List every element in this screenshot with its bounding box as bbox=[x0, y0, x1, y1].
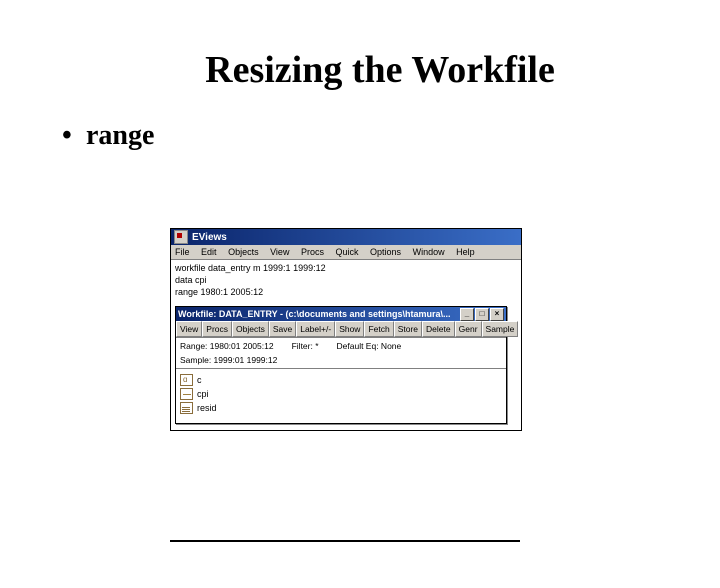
object-name: c bbox=[197, 373, 202, 387]
list-item[interactable]: resid bbox=[180, 401, 502, 415]
filter-label: Filter: * bbox=[292, 340, 319, 352]
workfile-window: Workfile: DATA_ENTRY - (c:\documents and… bbox=[175, 306, 507, 424]
range-label: Range: 1980:01 2005:12 bbox=[180, 340, 274, 352]
bullet-item: •range bbox=[62, 120, 720, 152]
menu-procs[interactable]: Procs bbox=[301, 247, 324, 257]
bullet-text: range bbox=[86, 120, 154, 151]
menu-edit[interactable]: Edit bbox=[201, 247, 217, 257]
genr-button[interactable]: Genr bbox=[455, 321, 482, 337]
sample-button[interactable]: Sample bbox=[482, 321, 519, 337]
eviews-screenshot: EViews File Edit Objects View Procs Quic… bbox=[170, 228, 520, 431]
delete-button[interactable]: Delete bbox=[422, 321, 455, 337]
series-icon bbox=[180, 402, 193, 414]
app-title: EViews bbox=[192, 232, 227, 243]
bullet-dot: • bbox=[62, 120, 86, 152]
object-name: cpi bbox=[197, 387, 209, 401]
fetch-button[interactable]: Fetch bbox=[364, 321, 393, 337]
default-eq-label: Default Eq: None bbox=[337, 340, 402, 352]
app-menubar[interactable]: File Edit Objects View Procs Quick Optio… bbox=[171, 245, 521, 259]
slide-title: Resizing the Workfile bbox=[100, 48, 660, 92]
workfile-status: Range: 1980:01 2005:12 Filter: * Default… bbox=[176, 338, 506, 354]
store-button[interactable]: Store bbox=[394, 321, 422, 337]
menu-window[interactable]: Window bbox=[413, 247, 445, 257]
view-button[interactable]: View bbox=[176, 321, 202, 337]
app-icon bbox=[174, 230, 188, 244]
list-item[interactable]: cpi bbox=[180, 387, 502, 401]
minimize-button[interactable]: _ bbox=[460, 308, 474, 321]
menu-quick[interactable]: Quick bbox=[336, 247, 359, 257]
sample-label: Sample: 1999:01 1999:12 bbox=[176, 354, 506, 369]
menu-file[interactable]: File bbox=[175, 247, 190, 257]
label-button[interactable]: Label+/- bbox=[296, 321, 335, 337]
menu-options[interactable]: Options bbox=[370, 247, 401, 257]
show-button[interactable]: Show bbox=[335, 321, 364, 337]
coef-icon bbox=[180, 374, 193, 386]
workfile-titlebar: Workfile: DATA_ENTRY - (c:\documents and… bbox=[176, 307, 506, 321]
app-titlebar: EViews bbox=[171, 229, 521, 245]
maximize-button[interactable]: □ bbox=[475, 308, 489, 321]
series-icon bbox=[180, 388, 193, 400]
object-list[interactable]: c cpi resid bbox=[176, 369, 506, 423]
close-button[interactable]: × bbox=[490, 308, 504, 321]
command-line: range 1980:1 2005:12 bbox=[175, 286, 517, 298]
workfile-toolbar: View Procs Objects Save Label+/- Show Fe… bbox=[176, 321, 506, 338]
menu-objects[interactable]: Objects bbox=[228, 247, 259, 257]
list-item[interactable]: c bbox=[180, 373, 502, 387]
object-name: resid bbox=[197, 401, 217, 415]
workfile-title: Workfile: DATA_ENTRY - (c:\documents and… bbox=[178, 308, 459, 320]
save-button[interactable]: Save bbox=[269, 321, 296, 337]
command-line: data cpi bbox=[175, 274, 517, 286]
command-area[interactable]: workfile data_entry m 1999:1 1999:12 dat… bbox=[171, 259, 521, 430]
menu-view[interactable]: View bbox=[270, 247, 289, 257]
screenshot-border bbox=[170, 540, 520, 542]
command-line: workfile data_entry m 1999:1 1999:12 bbox=[175, 262, 517, 274]
objects-button[interactable]: Objects bbox=[232, 321, 269, 337]
procs-button[interactable]: Procs bbox=[202, 321, 232, 337]
menu-help[interactable]: Help bbox=[456, 247, 475, 257]
app-window: EViews File Edit Objects View Procs Quic… bbox=[170, 228, 522, 431]
